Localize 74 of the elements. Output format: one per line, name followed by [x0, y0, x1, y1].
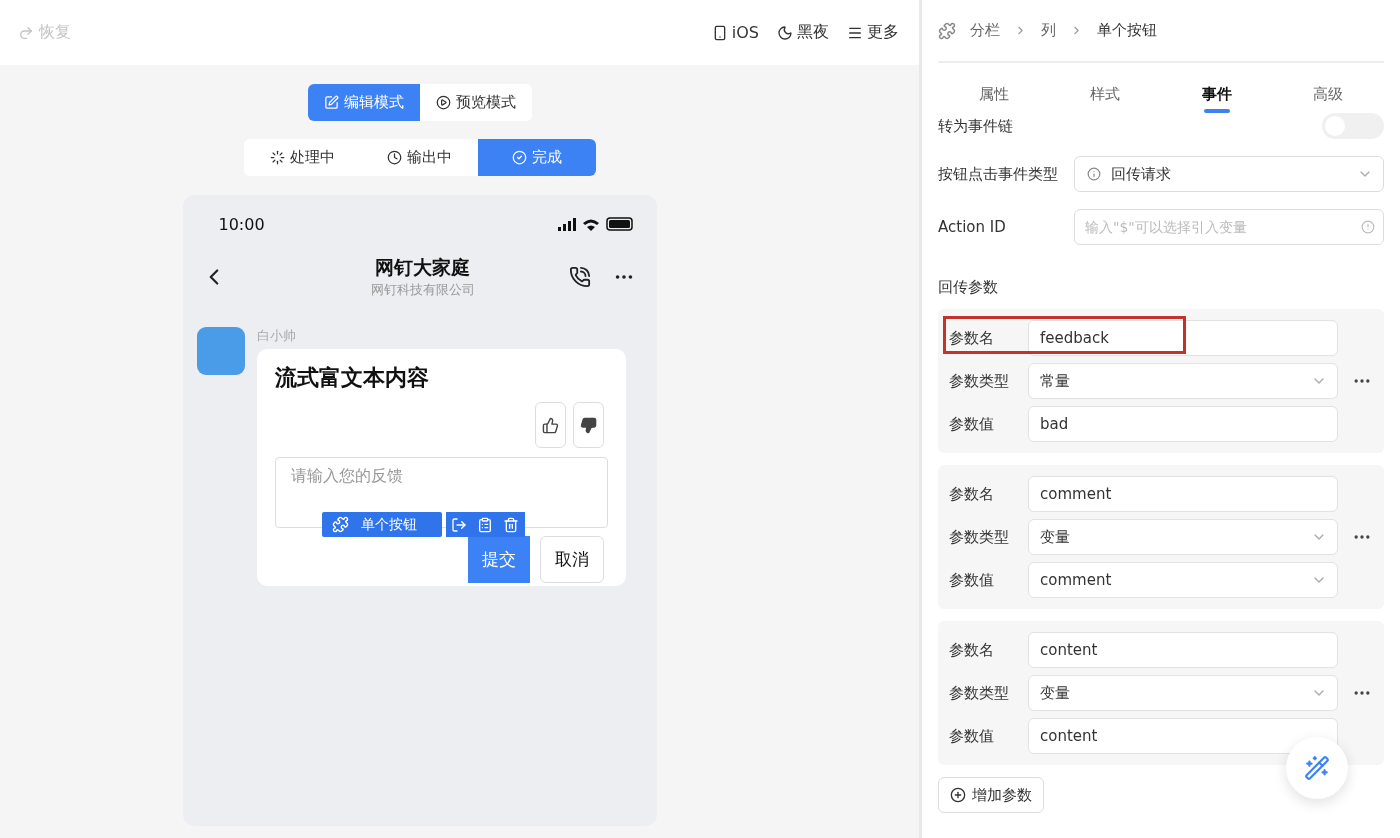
clock-icon	[386, 150, 402, 165]
thumbs-up-icon	[541, 416, 559, 434]
plus-icon	[950, 787, 966, 803]
add-param-button[interactable]: 增加参数	[938, 777, 1044, 813]
field-label: 转为事件链	[938, 116, 1013, 136]
param-name-field[interactable]: feedback	[1028, 320, 1338, 356]
select-value: 变量	[1040, 527, 1070, 547]
card-title: 流式富文本内容	[274, 364, 430, 392]
toolbar-button[interactable]: 黑夜	[777, 22, 829, 43]
param-label: 参数名	[949, 328, 995, 348]
param-name-field[interactable]: comment	[1028, 476, 1338, 512]
copy-icon[interactable]	[477, 516, 493, 533]
redo-icon	[18, 24, 34, 41]
chat-title: 网钉大家庭	[375, 255, 470, 280]
battery-icon	[605, 217, 633, 231]
param-value-field[interactable]: bad	[1028, 406, 1338, 442]
breadcrumb-item[interactable]: 列	[1041, 21, 1056, 40]
alert-icon	[1361, 220, 1375, 234]
param-type-select[interactable]: 变量	[1028, 519, 1338, 555]
spinner-icon	[269, 150, 285, 165]
call-icon[interactable]	[568, 266, 591, 288]
edit-icon	[323, 95, 339, 110]
card-button[interactable]: 提交	[467, 536, 530, 583]
param-label: 参数名	[949, 484, 995, 504]
breadcrumb-item[interactable]: 单个按钮	[1097, 21, 1157, 40]
param-label: 参数值	[949, 726, 995, 746]
param-type-select[interactable]: 常量	[1028, 363, 1338, 399]
section-title: 回传参数	[938, 278, 999, 297]
play-icon	[435, 95, 451, 110]
panel-tab[interactable]: 事件	[1161, 81, 1273, 113]
chat-subtitle: 网钉科技有限公司	[370, 281, 475, 299]
wifi-icon	[582, 217, 599, 231]
field-label: 按钮点击事件类型	[938, 164, 1058, 184]
event-type-select[interactable]: 回传请求	[1074, 156, 1384, 192]
param-label: 参数名	[949, 640, 995, 660]
mode-tab[interactable]: 编辑模式	[307, 84, 420, 121]
thumbs-down-button[interactable]	[572, 402, 604, 448]
param-label: 参数类型	[949, 527, 1010, 547]
action-id-field[interactable]: 输入"$"可以选择引入变量	[1074, 209, 1384, 245]
select-value: 变量	[1040, 683, 1070, 703]
info-icon	[1087, 167, 1101, 181]
param-value-select[interactable]: comment	[1028, 562, 1338, 598]
param-type-select[interactable]: 变量	[1028, 675, 1338, 711]
toolbar-button[interactable]: iOS	[711, 23, 759, 42]
magic-wand-icon	[1304, 755, 1330, 781]
select-value: comment	[1040, 571, 1112, 589]
select-value: 回传请求	[1111, 164, 1172, 184]
puzzle-icon	[938, 21, 956, 40]
panel-tab[interactable]: 属性	[938, 81, 1050, 113]
check-circle-icon	[511, 150, 527, 165]
param-label: 参数类型	[949, 371, 1010, 391]
panel-tab[interactable]: 高级	[1272, 81, 1384, 113]
param-name-field[interactable]: content	[1028, 632, 1338, 668]
param-label: 参数值	[949, 570, 995, 590]
exit-icon[interactable]	[450, 516, 467, 533]
toolbar-button[interactable]: 更多	[847, 22, 899, 43]
thumbs-up-button[interactable]	[534, 402, 566, 448]
signal-icon	[557, 217, 576, 231]
sender-name: 白小帅	[256, 327, 297, 345]
thumbs-down-icon	[579, 416, 597, 434]
avatar	[196, 327, 245, 375]
param-label: 参数类型	[949, 683, 1010, 703]
panel-tab[interactable]: 样式	[1049, 81, 1161, 113]
puzzle-icon	[331, 516, 349, 533]
delete-icon[interactable]	[503, 516, 520, 533]
param-label: 参数值	[949, 414, 995, 434]
moon-icon	[777, 24, 793, 41]
param-value-field[interactable]: content	[1028, 718, 1338, 754]
field-label: Action ID	[938, 218, 1006, 236]
select-value: 常量	[1040, 371, 1070, 391]
card-button[interactable]: 取消	[539, 536, 604, 583]
status-time: 10:00	[218, 214, 265, 234]
status-tab[interactable]: 完成	[477, 139, 596, 176]
breadcrumb-item[interactable]: 分栏	[970, 21, 1000, 40]
